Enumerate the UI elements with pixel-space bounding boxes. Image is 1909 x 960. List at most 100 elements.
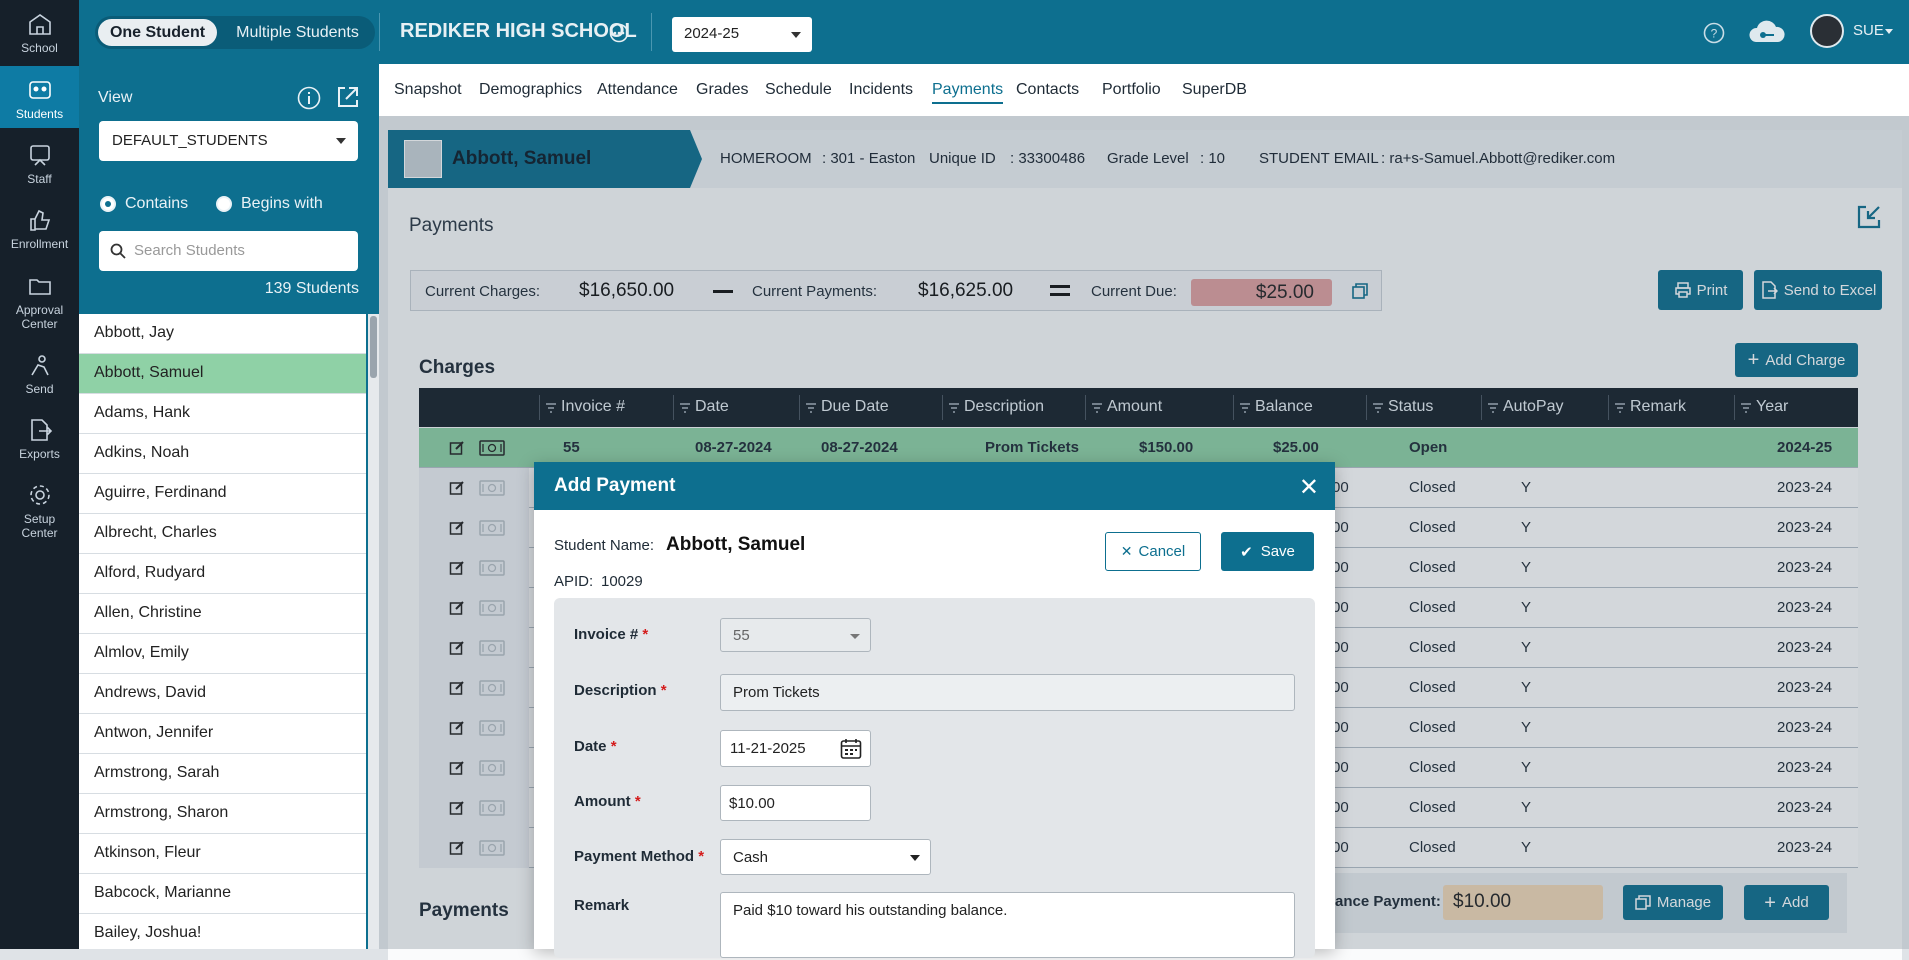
student-list-item[interactable]: Babcock, Marianne [79,874,366,914]
payment-method-select[interactable]: Cash [720,839,931,875]
school-name: REDIKER HIGH SCHOOL [400,20,637,42]
payment-method-value: Cash [733,848,769,866]
info-icon[interactable] [297,86,321,110]
help-icon[interactable]: ? [1703,22,1725,44]
modal-title: Add Payment [534,462,1335,510]
student-list-item[interactable]: Adkins, Noah [79,434,366,474]
tab-contacts[interactable]: Contacts [1016,81,1079,99]
top-bar: One Student Multiple Students REDIKER HI… [79,0,1909,64]
view-select[interactable]: DEFAULT_STUDENTS [99,121,358,161]
student-list-item[interactable]: Andrews, David [79,674,366,714]
tab-schedule[interactable]: Schedule [765,81,832,99]
invoice-select[interactable]: 55 [720,618,871,652]
apid-label: APID: [554,573,594,590]
check-icon: ✔ [1240,543,1253,561]
nav-approval-label: Approval Center [15,303,64,331]
payment-method-label: Payment Method * [574,848,705,865]
description-label: Description * [574,682,667,699]
nav-approval-center[interactable]: Approval Center [0,272,79,331]
invoice-label: Invoice # * [574,626,649,643]
description-field[interactable]: Prom Tickets [720,674,1295,711]
nav-students[interactable]: Students [0,66,79,128]
remark-label: Remark [574,897,630,914]
staff-icon [29,145,50,166]
enrollment-icon [29,209,50,231]
save-button[interactable]: ✔ Save [1221,532,1314,571]
send-icon [30,355,49,376]
contains-radio[interactable]: Contains [100,195,188,213]
description-value: Prom Tickets [733,684,820,701]
popout-icon[interactable] [335,84,361,110]
student-list-item[interactable]: Albrecht, Charles [79,514,366,554]
student-list-item[interactable]: Aguirre, Ferdinand [79,474,366,514]
tab-attendance[interactable]: Attendance [597,81,678,99]
student-list-item[interactable]: Antwon, Jennifer [79,714,366,754]
student-list-item[interactable]: Almlov, Emily [79,634,366,674]
students-icon [28,81,51,99]
begins-with-label: Begins with [241,195,323,212]
student-list-item[interactable]: Bailey, Joshua! [79,914,366,949]
tab-portfolio[interactable]: Portfolio [1102,81,1161,99]
nav-enrollment-label: Enrollment [10,237,69,251]
cloud-key-icon[interactable] [1746,18,1788,48]
chevron-down-icon [791,32,801,38]
nav-exports-label: Exports [19,447,60,461]
view-value: DEFAULT_STUDENTS [112,132,268,149]
user-name[interactable]: SUE [1853,22,1884,39]
user-avatar[interactable] [1810,14,1844,48]
payment-form: Invoice # * 55 Description * Prom Ticket… [554,598,1315,958]
student-list-item[interactable]: Abbott, Jay [79,314,366,354]
chevron-down-icon [336,138,346,144]
calendar-icon[interactable] [840,738,862,760]
radio-dot [100,196,116,212]
nav-setup-label: Setup Center [21,512,58,540]
school-more-icon[interactable] [609,23,629,43]
nav-school[interactable]: School [0,10,79,55]
remark-value: Paid $10 toward his outstanding balance. [733,902,1008,919]
tab-payments[interactable]: Payments [932,81,1004,104]
multiple-students-option[interactable]: Multiple Students [225,19,370,46]
invoice-value: 55 [733,626,750,644]
amount-field[interactable]: $10.00 [720,785,871,821]
add-payment-modal: Add Payment ✕ Student Name: Abbott, Samu… [534,462,1335,958]
tab-snapshot[interactable]: Snapshot [394,81,462,99]
student-list-item[interactable]: Adams, Hank [79,394,366,434]
student-list-item[interactable]: Armstrong, Sarah [79,754,366,794]
remark-textarea[interactable]: Paid $10 toward his outstanding balance. [720,892,1295,958]
year-value: 2024-25 [684,25,740,42]
close-icon[interactable]: ✕ [1299,473,1319,502]
radio-dot [216,196,232,212]
save-label: Save [1260,543,1295,560]
student-list-item[interactable]: Alford, Rudyard [79,554,366,594]
nav-enrollment[interactable]: Enrollment [0,206,79,251]
date-label: Date * [574,738,617,755]
scrollbar-thumb[interactable] [370,316,377,378]
year-select[interactable]: 2024-25 [672,17,812,52]
begins-with-radio[interactable]: Begins with [216,195,323,213]
chevron-down-icon [910,855,920,861]
apid-value: 10029 [601,573,643,590]
cancel-button[interactable]: ✕ Cancel [1105,532,1201,571]
tab-grades[interactable]: Grades [696,81,748,99]
contains-label: Contains [125,195,189,212]
app-nav: School Students Staff Enrollment Approva… [0,0,79,949]
nav-send[interactable]: Send [0,351,79,396]
student-list-item[interactable]: Allen, Christine [79,594,366,634]
user-menu-chevron-icon[interactable] [1885,29,1893,34]
tab-superdb[interactable]: SuperDB [1182,81,1247,99]
nav-setup-center[interactable]: Setup Center [0,481,79,540]
setup-icon [29,485,50,505]
tab-demographics[interactable]: Demographics [479,81,582,99]
nav-exports[interactable]: Exports [0,416,79,461]
one-student-option[interactable]: One Student [98,19,217,46]
student-mode-toggle: One Student Multiple Students [95,16,375,49]
student-list-scrollbar[interactable] [368,314,379,949]
student-list-item[interactable]: Armstrong, Sharon [79,794,366,834]
view-label: View [98,89,133,106]
student-list-item[interactable]: Abbott, Samuel [79,354,366,394]
tab-incidents[interactable]: Incidents [849,81,913,99]
nav-staff[interactable]: Staff [0,141,79,186]
search-students-input[interactable]: Search Students [99,231,358,271]
student-list-item[interactable]: Atkinson, Fleur [79,834,366,874]
date-field[interactable]: 11-21-2025 [720,730,871,767]
